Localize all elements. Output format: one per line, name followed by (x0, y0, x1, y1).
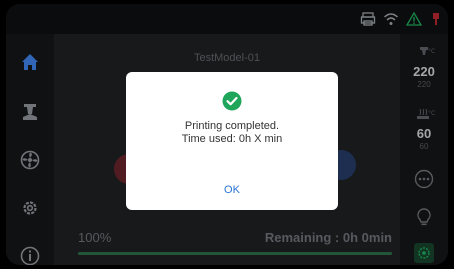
dialog-message-line2: Time used: 0h X min (181, 133, 283, 145)
dialog-message: Printing completed. Time used: 0h X min (126, 120, 338, 146)
check-circle-icon (222, 91, 242, 111)
print-complete-dialog: Printing completed. Time used: 0h X min … (126, 72, 338, 210)
dialog-message-line1: Printing completed. (184, 120, 280, 132)
ok-button[interactable]: OK (192, 180, 272, 200)
printer-screen: TestModel-01 100% Remaining : 0h 0min °C… (6, 4, 448, 265)
